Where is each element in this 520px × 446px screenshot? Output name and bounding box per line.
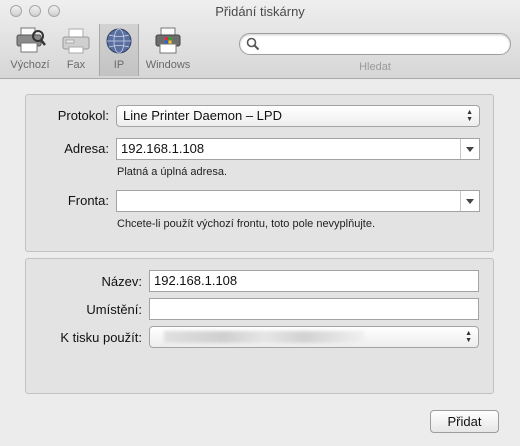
printer-details-group: Název: 192.168.1.108 Umístění: K tisku p… [25, 258, 494, 394]
chevron-down-icon[interactable] [460, 191, 479, 211]
address-hint: Platná a úplná adresa. [117, 166, 228, 178]
printer-search-icon [14, 26, 46, 56]
address-combo[interactable]: 192.168.1.108 [116, 138, 480, 160]
queue-combo[interactable] [116, 190, 480, 212]
search-label: Hledat [359, 61, 391, 73]
toolbar-windows-label: Windows [145, 59, 191, 71]
protocol-select[interactable]: Line Printer Daemon – LPD ▲ ▼ [116, 105, 480, 127]
connection-group: Protokol: Line Printer Daemon – LPD ▲ ▼ A… [25, 94, 494, 252]
add-printer-window: Přidání tiskárny Výchozí Fax IP Windows … [0, 0, 520, 446]
add-button[interactable]: Přidat [430, 410, 499, 433]
window-title: Přidání tiskárny [215, 4, 305, 19]
fax-icon [60, 26, 92, 56]
globe-icon [103, 26, 135, 56]
protocol-label: Protokol: [57, 108, 109, 123]
toolbar-ip-button[interactable]: IP [99, 24, 139, 76]
location-field[interactable] [149, 298, 479, 320]
name-field[interactable]: 192.168.1.108 [149, 270, 479, 292]
up-down-arrows-icon: ▲ ▼ [465, 330, 472, 344]
queue-label: Fronta: [67, 193, 109, 208]
search-icon [246, 37, 260, 54]
address-value: 192.168.1.108 [121, 141, 205, 156]
name-value: 192.168.1.108 [154, 273, 238, 288]
window-toolbar: Přidání tiskárny Výchozí Fax IP Windows … [0, 0, 520, 79]
search-input[interactable] [239, 33, 511, 55]
use-driver-label: K tisku použít: [60, 330, 142, 345]
toolbar-windows-button[interactable]: Windows [143, 24, 193, 76]
address-label: Adresa: [64, 141, 109, 156]
name-label: Název: [101, 274, 142, 289]
use-driver-select[interactable]: ▲ ▼ [149, 326, 479, 348]
up-down-arrows-icon: ▲ ▼ [466, 109, 473, 123]
toolbar-fax-label: Fax [66, 59, 86, 71]
location-label: Umístění: [86, 302, 142, 317]
windows-printer-icon [152, 26, 184, 56]
search-area: Hledat [239, 33, 511, 73]
redacted-driver-name [164, 331, 364, 343]
toolbar-default-button[interactable]: Výchozí [5, 24, 55, 76]
protocol-select-value: Line Printer Daemon – LPD [123, 108, 282, 123]
chevron-down-icon[interactable] [460, 139, 479, 159]
toolbar-default-label: Výchozí [10, 59, 50, 71]
toolbar-ip-label: IP [113, 59, 125, 71]
toolbar-fax-button[interactable]: Fax [57, 24, 95, 76]
queue-hint: Chcete-li použít výchozí frontu, toto po… [117, 218, 376, 230]
